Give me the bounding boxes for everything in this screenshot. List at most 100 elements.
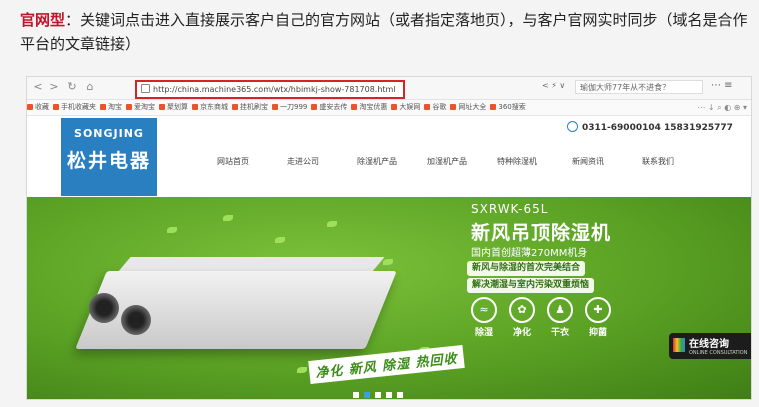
leaf-decoration (297, 367, 307, 373)
model-number: SXRWK-65L (471, 202, 549, 216)
bookmark-label: 淘宝 (108, 103, 122, 111)
bookmark-icon (391, 104, 398, 110)
chat-icon (673, 338, 685, 352)
slogan: 净化 新风 除湿 热回收 (308, 344, 465, 385)
site-logo[interactable]: SONGJING 松井电器 (61, 118, 157, 196)
caption: 官网型：关键词点击进入直接展示客户自己的官方网站（或者指定落地页），与客户官网实… (20, 8, 750, 56)
page-icon (141, 84, 150, 93)
phone-number: 0311-69000104 15831925777 (567, 121, 733, 133)
bookmark-icon (232, 104, 238, 110)
menu-item-humidifiers[interactable]: 加湿机产品 (427, 156, 467, 167)
menu-item-contact[interactable]: 联系我们 (642, 156, 674, 167)
feature-label: 干衣 (550, 328, 569, 338)
home-button[interactable]: ⌂ (83, 80, 97, 94)
bookmark-icon (490, 104, 497, 110)
leaf-decoration (327, 221, 337, 227)
shield-icon: ✚ (585, 297, 611, 323)
bookmark-label: 大娱网 (399, 103, 421, 111)
forward-button[interactable]: > (47, 80, 61, 94)
url-field[interactable]: http://china.machine365.com/wtx/hbimkj-s… (135, 80, 405, 99)
bookmark-label: 谷歌 (432, 103, 447, 111)
phone-text: 0311-69000104 15831925777 (582, 123, 733, 133)
bookmark-icon (424, 104, 431, 110)
back-button[interactable]: < (31, 80, 45, 94)
bookmark-item[interactable]: 京东商城 (192, 100, 228, 115)
bookmark-label: 淘宝优惠 (359, 103, 388, 111)
leaf-decoration (167, 227, 177, 233)
feature-pill-1: 新风与除湿的首次完美结合 (467, 261, 586, 276)
caption-bold: 官网型 (20, 11, 66, 29)
menu-item-home[interactable]: 网站首页 (217, 156, 249, 167)
bookmark-icon (100, 104, 106, 110)
bookmark-item[interactable]: 淘宝优惠 (351, 100, 387, 115)
bookmark-item[interactable]: 盛安去传 (311, 100, 347, 115)
feature-dry-clothes: ♟ 干衣 (543, 297, 577, 338)
bookmarks-bar: 收藏 手机收藏夹 淘宝 爱淘宝 聚划算 京东商城 挂机刷宝 一刀999 盛安去传 淘宝优惠 大娱网 谷… (27, 100, 751, 116)
leaf-decoration (223, 215, 233, 221)
bookmark-item[interactable]: 挂机刷宝 (232, 100, 268, 115)
screenshot-frame: < > ↻ ⌂ http://china.machine365.com/wtx/… (26, 76, 752, 400)
slide-dot[interactable] (386, 392, 392, 398)
leaf-decoration (275, 237, 285, 243)
menu-item-news[interactable]: 新闻资讯 (572, 156, 604, 167)
bookmark-label: 京东商城 (200, 103, 228, 111)
refresh-button[interactable]: ↻ (65, 80, 79, 94)
menu-item-company[interactable]: 走进公司 (287, 156, 319, 167)
online-consult-button[interactable]: 在线咨询 ONLINE CONSULTATION (669, 333, 751, 359)
bookmark-label: 爱淘宝 (134, 103, 155, 111)
feature-pill-2: 解决潮湿与室内污染双重烦恼 (467, 278, 595, 293)
bookmark-item[interactable]: 谷歌 (424, 100, 446, 115)
feature-label: 抑菌 (588, 328, 607, 338)
bookmark-label: 聚划算 (167, 103, 188, 111)
slide-dot[interactable] (364, 392, 370, 398)
feature-label: 除湿 (474, 328, 493, 338)
menu-item-special[interactable]: 特种除湿机 (497, 156, 537, 167)
duct-outlet (89, 293, 119, 323)
bookmark-item[interactable]: 一刀999 (272, 100, 307, 115)
search-input[interactable]: 瑜伽大师77年从不进食？ (575, 80, 703, 94)
slide-dot[interactable] (353, 392, 359, 398)
bookmark-icon (450, 104, 457, 110)
bookmark-item[interactable]: 网址大全 (450, 100, 486, 115)
leaf-icon: ✿ (509, 297, 535, 323)
bookmark-label: 收藏 (35, 103, 49, 111)
hero-banner[interactable]: 净化 新风 除湿 热回收 SXRWK-65L 新风吊顶除湿机 国内首创超薄270… (27, 197, 751, 399)
caption-text: ：关键词点击进入直接展示客户自己的官方网站（或者指定落地页），与客户官网实时同步… (20, 11, 748, 53)
bookmark-icon (311, 104, 318, 110)
consult-label: 在线咨询 (689, 339, 729, 350)
bookmark-icon (159, 104, 165, 110)
feature-dehumidify: ≈ 除湿 (467, 297, 501, 338)
menu-icon[interactable]: ⋯ ≡ (711, 80, 733, 91)
shirt-icon: ♟ (547, 297, 573, 323)
address-extra-buttons[interactable]: < ⚡ ∨ (542, 81, 565, 90)
feature-purify: ✿ 净化 (505, 297, 539, 338)
bookmark-label: 一刀999 (280, 103, 308, 111)
slide-dot[interactable] (375, 392, 381, 398)
bookmark-icon (351, 104, 358, 110)
slide-indicators (353, 383, 408, 399)
slide-dot[interactable] (397, 392, 403, 398)
bookmark-label: 挂机刷宝 (240, 103, 268, 111)
bookmark-item[interactable]: 收藏 (27, 100, 49, 115)
site-header: SONGJING 松井电器 0311-69000104 15831925777 … (27, 116, 751, 197)
banner-title: 新风吊顶除湿机 (471, 222, 612, 244)
bookmark-icon (192, 104, 198, 110)
bookmarks-tools[interactable]: ⋯ ↓ ⌕ ◐ ⊕ ▾ (697, 100, 747, 115)
banner-subtitle: 国内首创超薄270MM机身 (471, 248, 588, 259)
url-text: http://china.machine365.com/wtx/hbimkj-s… (153, 85, 396, 94)
logo-en: SONGJING (74, 127, 144, 140)
address-bar: < > ↻ ⌂ http://china.machine365.com/wtx/… (27, 77, 751, 100)
bookmark-icon (53, 104, 59, 110)
bookmark-icon (272, 104, 278, 110)
duct-outlet (121, 305, 151, 335)
consult-sublabel: ONLINE CONSULTATION (689, 350, 748, 356)
menu-item-dehumidifiers[interactable]: 除湿机产品 (357, 156, 397, 167)
bookmark-item[interactable]: 手机收藏夹 (53, 100, 96, 115)
bookmark-item[interactable]: 爱淘宝 (126, 100, 155, 115)
bookmark-icon (126, 104, 132, 110)
bookmark-item[interactable]: 大娱网 (391, 100, 420, 115)
bookmark-item[interactable]: 聚划算 (159, 100, 188, 115)
bookmark-item[interactable]: 淘宝 (100, 100, 122, 115)
bookmark-item[interactable]: 360搜索 (490, 100, 526, 115)
bookmark-label: 手机收藏夹 (61, 103, 96, 111)
